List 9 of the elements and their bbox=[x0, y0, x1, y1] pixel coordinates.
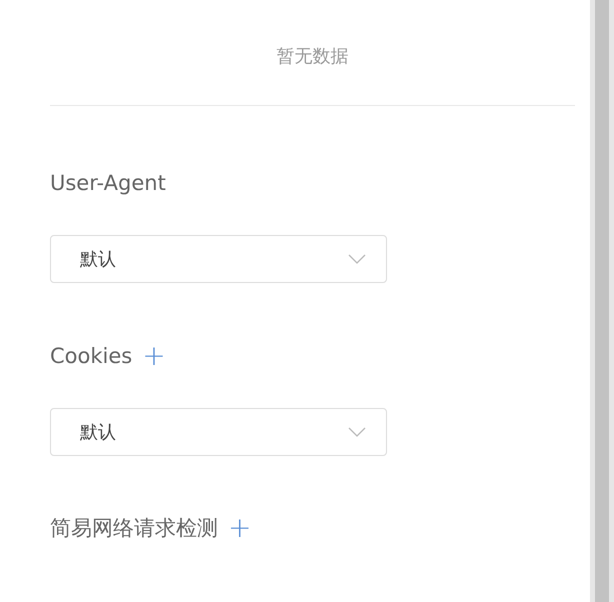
select-field[interactable]: 默认 bbox=[50, 235, 387, 283]
select-field[interactable]: 默认 bbox=[50, 408, 387, 456]
section-label: User-Agent bbox=[50, 171, 166, 195]
section-label: 简易网络请求检测 bbox=[50, 515, 218, 542]
section-label: Cookies bbox=[50, 344, 132, 368]
chevron-down-icon bbox=[348, 427, 366, 437]
empty-text: 暂无数据 bbox=[276, 46, 348, 67]
chevron-down-icon bbox=[348, 254, 366, 264]
scrollbar[interactable] bbox=[595, 0, 609, 602]
